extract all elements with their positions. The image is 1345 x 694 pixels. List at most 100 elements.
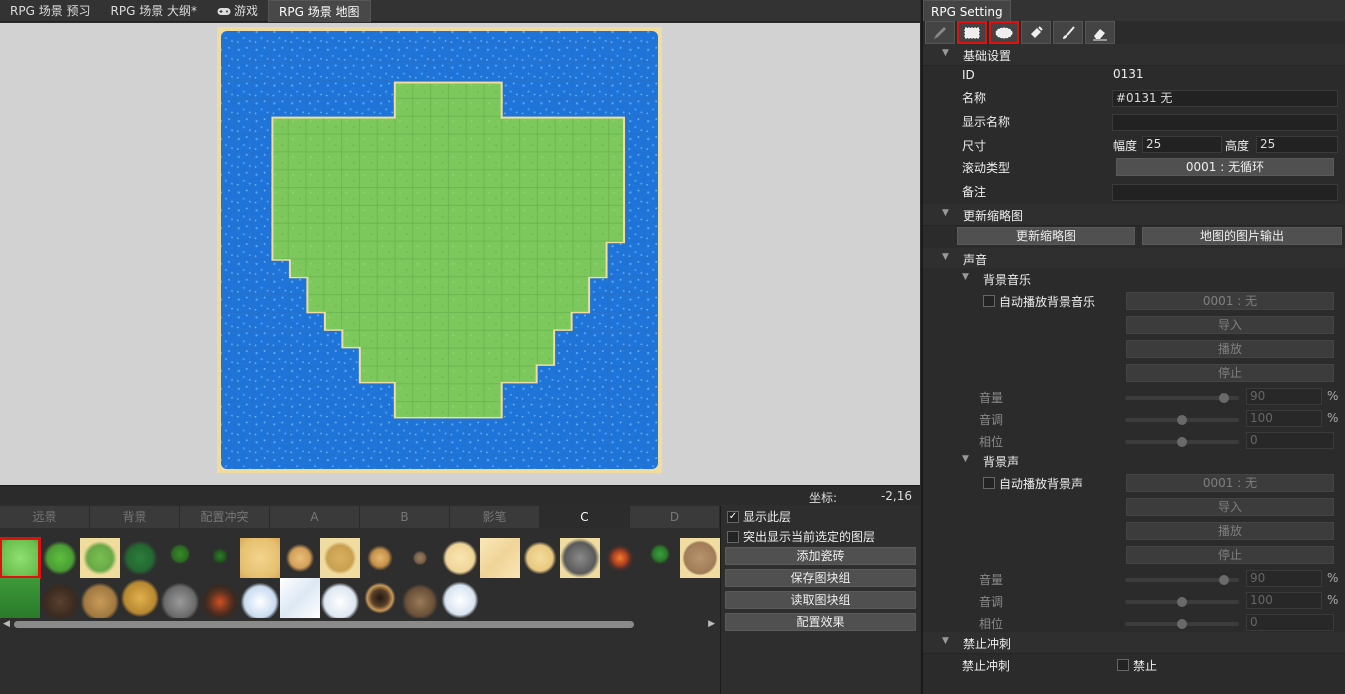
dead-tree-tile[interactable]	[400, 538, 440, 578]
export-map-image-button[interactable]: 地图的图片输出	[1142, 227, 1342, 245]
collapse-arrow-icon[interactable]: ▼	[942, 252, 949, 262]
tab-game[interactable]: 游戏	[207, 0, 268, 22]
bgs-phase-input[interactable]: 0	[1246, 614, 1334, 631]
section-basic[interactable]: ▼ 基础设置	[923, 44, 1345, 66]
palm-tile[interactable]	[640, 538, 680, 578]
bgs-volume-input[interactable]: 90	[1246, 570, 1322, 587]
tileset-tab-1[interactable]: 背景	[90, 506, 180, 528]
show-layer-checkbox[interactable]: ✓	[727, 510, 739, 523]
map-canvas[interactable]	[0, 23, 920, 485]
tileset-tab-3[interactable]: A	[270, 506, 360, 528]
tileset-tab-2[interactable]: 配置冲突	[180, 506, 270, 528]
slider-knob[interactable]	[1177, 619, 1187, 629]
slider-knob[interactable]	[1177, 415, 1187, 425]
sand-hex-tile[interactable]	[240, 538, 280, 578]
name-input[interactable]: #0131 无	[1112, 90, 1338, 107]
load-group-button[interactable]: 读取图块组	[725, 591, 916, 609]
sand-dust-tile[interactable]	[360, 538, 400, 578]
tileset-tab-4[interactable]: B	[360, 506, 450, 528]
grass-yellow-tile[interactable]	[80, 538, 120, 578]
bgs-pitch-slider[interactable]	[1125, 597, 1239, 607]
snow-hill-tile[interactable]	[320, 578, 360, 618]
dash-checkbox[interactable]	[1117, 659, 1129, 671]
pencil-tool[interactable]	[925, 21, 955, 44]
snow-mound-tile[interactable]	[440, 578, 480, 618]
slider-knob[interactable]	[1177, 597, 1187, 607]
bgm-import-button[interactable]: 导入	[1126, 316, 1334, 334]
scroll-right-icon[interactable]: ▶	[708, 619, 715, 629]
collapse-arrow-icon[interactable]: ▼	[942, 208, 949, 218]
bgm-phase-input[interactable]: 0	[1246, 432, 1334, 449]
tileset-tab-6[interactable]: C	[540, 506, 630, 528]
scroll-thumb[interactable]	[14, 621, 634, 628]
height-input[interactable]: 25	[1256, 136, 1338, 153]
bgm-pitch-input[interactable]: 100	[1246, 410, 1322, 427]
slider-knob[interactable]	[1218, 393, 1229, 403]
save-group-button[interactable]: 保存图块组	[725, 569, 916, 587]
collapse-arrow-icon[interactable]: ▼	[962, 272, 969, 282]
section-thumbnail[interactable]: ▼ 更新缩略图	[923, 204, 1345, 226]
snow-mountain-tile[interactable]	[240, 578, 280, 618]
collapse-arrow-icon[interactable]: ▼	[942, 48, 949, 58]
tileset-tab-7[interactable]: D	[630, 506, 720, 528]
section-bgs[interactable]: ▼ 背景声	[923, 450, 1345, 472]
sand-patch-tile[interactable]	[320, 538, 360, 578]
sand-blob-tile[interactable]	[440, 538, 480, 578]
fill-tool[interactable]	[1021, 21, 1051, 44]
scroll-left-icon[interactable]: ◀	[3, 619, 10, 629]
bgs-play-button[interactable]: 播放	[1126, 522, 1334, 540]
bgs-volume-slider[interactable]	[1125, 575, 1239, 585]
width-input[interactable]: 25	[1142, 136, 1222, 153]
ellipse-select-tool[interactable]	[989, 21, 1019, 44]
crater-tile[interactable]	[360, 578, 400, 618]
grass-tile[interactable]	[0, 537, 41, 579]
bgm-stop-button[interactable]: 停止	[1126, 364, 1334, 382]
panel-title[interactable]: RPG Setting	[923, 0, 1011, 21]
tree-tile[interactable]	[160, 538, 200, 578]
bgs-phase-slider[interactable]	[1125, 619, 1239, 629]
sand-splash-tile[interactable]	[520, 538, 560, 578]
bgm-volume-input[interactable]: 90	[1246, 388, 1322, 405]
section-dash[interactable]: ▼ 禁止冲刺	[923, 632, 1345, 654]
gold-rock-tile[interactable]	[120, 578, 160, 618]
brush-tool[interactable]	[1053, 21, 1083, 44]
auto-bgs-checkbox[interactable]	[983, 477, 995, 489]
update-thumbnail-button[interactable]: 更新缩略图	[957, 227, 1135, 245]
grey-mountain-tile[interactable]	[160, 578, 200, 618]
small-tree-tile[interactable]	[200, 538, 240, 578]
auto-bgm-checkbox[interactable]	[983, 295, 995, 307]
slider-knob[interactable]	[1218, 575, 1229, 585]
rect-select-tool[interactable]	[957, 21, 987, 44]
volcano-tile[interactable]	[200, 578, 240, 618]
grass-bush-tile[interactable]	[40, 538, 80, 578]
show-layer-row[interactable]: ✓ 显示此层	[727, 508, 791, 525]
tileset-tab-0[interactable]: 远景	[0, 506, 90, 528]
bgs-import-button[interactable]: 导入	[1126, 498, 1334, 516]
highlight-layer-row[interactable]: 突出显示当前选定的图层	[727, 528, 875, 545]
bgs-pitch-input[interactable]: 100	[1246, 592, 1322, 609]
tileset-tab-5[interactable]: 影笔	[450, 506, 540, 528]
display-name-input[interactable]	[1112, 114, 1338, 131]
collapse-arrow-icon[interactable]: ▼	[962, 454, 969, 464]
config-effect-button[interactable]: 配置效果	[725, 613, 916, 631]
dark-mountain-tile[interactable]	[40, 578, 80, 618]
rocks-tile[interactable]	[560, 538, 600, 578]
highlight-layer-checkbox[interactable]	[727, 530, 739, 543]
bgs-stop-button[interactable]: 停止	[1126, 546, 1334, 564]
bgm-phase-slider[interactable]	[1125, 437, 1239, 447]
snow-field-tile[interactable]	[280, 578, 320, 618]
bgm-volume-slider[interactable]	[1125, 393, 1239, 403]
rocky-hill-tile[interactable]	[80, 578, 120, 618]
note-input[interactable]	[1112, 184, 1338, 201]
pine-forest-tile[interactable]	[0, 578, 40, 618]
sand-light-tile[interactable]	[480, 538, 520, 578]
slider-knob[interactable]	[1177, 437, 1187, 447]
bgm-select[interactable]: 0001 : 无	[1126, 292, 1334, 310]
section-bgm[interactable]: ▼ 背景音乐	[923, 268, 1345, 290]
eraser-tool[interactable]	[1085, 21, 1115, 44]
tile-map[interactable]	[217, 27, 662, 473]
fire-rock-tile[interactable]	[600, 538, 640, 578]
tab-scene-map[interactable]: RPG 场景 地图	[268, 0, 371, 22]
brown-rocks-tile[interactable]	[400, 578, 440, 618]
bgm-pitch-slider[interactable]	[1125, 415, 1239, 425]
